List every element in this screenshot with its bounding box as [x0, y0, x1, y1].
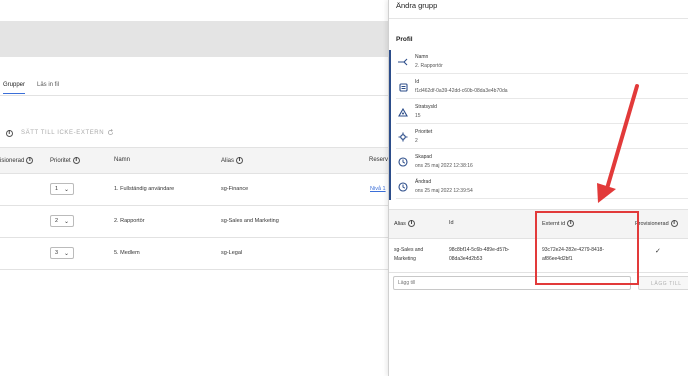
level-link[interactable]: Nivå 1 — [370, 186, 386, 192]
info-icon: i — [26, 157, 34, 164]
group-alias: sg-Legal — [221, 250, 243, 256]
property-value: ons 25 maj 2022 12:38:16 — [415, 163, 473, 169]
priority-select[interactable]: 1 ⌄ — [50, 183, 74, 195]
column-priority[interactable]: Prioritet i — [50, 157, 80, 164]
profile-section-title: Profil — [396, 36, 413, 43]
chevron-down-icon: ⌄ — [63, 219, 69, 225]
property-value: 15 — [415, 113, 421, 119]
page-header-bar — [0, 21, 388, 57]
tab-import-file[interactable]: Läs in fil — [37, 82, 59, 88]
add-button[interactable]: LÄGG TILL — [638, 276, 688, 290]
id-card-icon — [397, 81, 409, 93]
table-row[interactable]: 1 ⌄ 1. Fullständig användare sg-Finance N… — [0, 174, 388, 206]
chevron-down-icon: ⌄ — [63, 187, 69, 193]
property-value: f1d462df-0a39-42dd-c60b-08da3e4b70da — [415, 88, 508, 94]
column-name[interactable]: Namn — [114, 157, 130, 163]
property-priority: Prioritet 2 — [396, 125, 688, 149]
column-priority-label: Prioritet — [50, 157, 71, 164]
info-icon: i — [72, 157, 80, 164]
priority-value: 1 — [55, 186, 59, 192]
id-cell: 98c8bf14-5c6b-489e-d57b- 08da3e4d2b53 — [449, 246, 509, 263]
info-icon: i — [670, 220, 678, 227]
background-page: Grupper Läs in fil i SÄTT TILL ICKE-EXTE… — [0, 0, 391, 376]
groups-table-header: isionerad i Prioritet i Namn Alias i Res… — [0, 147, 391, 174]
highlight-rectangle — [535, 211, 639, 285]
property-label: Prioritet — [415, 129, 433, 135]
column-provisioned-label: Provisionerad — [635, 220, 669, 227]
property-id: Id f1d462df-0a39-42dd-c60b-08da3e4b70da — [396, 75, 688, 99]
property-value: ons 25 maj 2022 12:39:54 — [415, 188, 473, 194]
info-icon: i — [6, 129, 13, 137]
profile-accent-bar — [389, 50, 391, 200]
group-name: 1. Fullständig användare — [114, 186, 175, 192]
property-modified: Ändrad ons 25 maj 2022 12:39:54 — [396, 175, 688, 199]
table-row[interactable]: 2 ⌄ 2. Rapportör sg-Sales and Marketing — [0, 206, 388, 238]
set-non-external-button[interactable]: SÄTT TILL ICKE-EXTERN — [21, 130, 104, 136]
property-label: Stratsysld — [415, 104, 437, 110]
priority-value: 2 — [55, 218, 59, 224]
clock-icon — [397, 156, 409, 168]
chevron-down-icon: ⌄ — [63, 251, 69, 257]
check-icon: ✓ — [655, 247, 661, 255]
property-label: Namn — [415, 54, 429, 60]
property-label: Ändrad — [415, 179, 432, 185]
divider — [389, 18, 688, 19]
tab-bar: Grupper Läs in fil — [0, 80, 388, 96]
drawer-title: Ändra grupp — [396, 1, 438, 10]
edit-group-drawer: Ändra grupp Profil Namn 2. Rapportör Id … — [388, 0, 688, 376]
alias-line: sg-Sales and — [394, 247, 424, 253]
group-name: 2. Rapportör — [114, 218, 145, 224]
group-alias: sg-Finance — [221, 186, 249, 192]
group-alias: sg-Sales and Marketing — [221, 218, 279, 224]
column-provisioned[interactable]: Provisionerad i — [635, 220, 678, 227]
info-icon: i — [407, 220, 415, 227]
column-id[interactable]: Id — [449, 220, 454, 226]
column-provisioned[interactable]: isionerad i — [0, 157, 34, 164]
column-name-label: Namn — [114, 157, 131, 163]
toolbar: i SÄTT TILL ICKE-EXTERN — [0, 126, 114, 140]
id-line: 08da3e4d2b53 — [449, 255, 483, 262]
info-icon: i — [236, 157, 244, 164]
alias-cell: sg-Sales and Marketing — [394, 246, 423, 263]
table-row[interactable]: 3 ⌄ 5. Medlem sg-Legal — [0, 238, 388, 270]
property-created: Skapad ons 25 maj 2022 12:38:16 — [396, 150, 688, 174]
property-label: Skapad — [415, 154, 432, 160]
property-value: 2 — [415, 138, 418, 144]
priority-select[interactable]: 3 ⌄ — [50, 247, 74, 259]
group-name: 5. Medlem — [114, 250, 140, 256]
column-alias-label: Alias — [221, 157, 235, 164]
priority-icon — [397, 131, 409, 143]
column-alias[interactable]: Alias i — [221, 157, 244, 164]
property-label: Id — [415, 79, 420, 85]
column-alias-label: Alias — [394, 220, 406, 227]
priority-value: 3 — [55, 250, 59, 256]
column-alias[interactable]: Alias i — [394, 220, 415, 227]
id-line: 98c8bf14-5c6b-489e-d57b- — [449, 247, 510, 253]
priority-select[interactable]: 2 ⌄ — [50, 215, 74, 227]
property-name: Namn 2. Rapportör — [396, 50, 688, 74]
column-id-label: Id — [449, 220, 454, 226]
property-value: 2. Rapportör — [415, 63, 443, 69]
tab-groups[interactable]: Grupper — [3, 82, 26, 94]
hierarchy-icon — [397, 106, 409, 118]
property-stratsys-id: Stratsysld 15 — [396, 100, 688, 124]
refresh-icon — [107, 128, 114, 138]
clock-icon — [397, 181, 409, 193]
column-provisioned-label: isionerad — [0, 157, 25, 164]
arrows-icon — [397, 56, 409, 68]
alias-line: Marketing — [394, 255, 416, 262]
